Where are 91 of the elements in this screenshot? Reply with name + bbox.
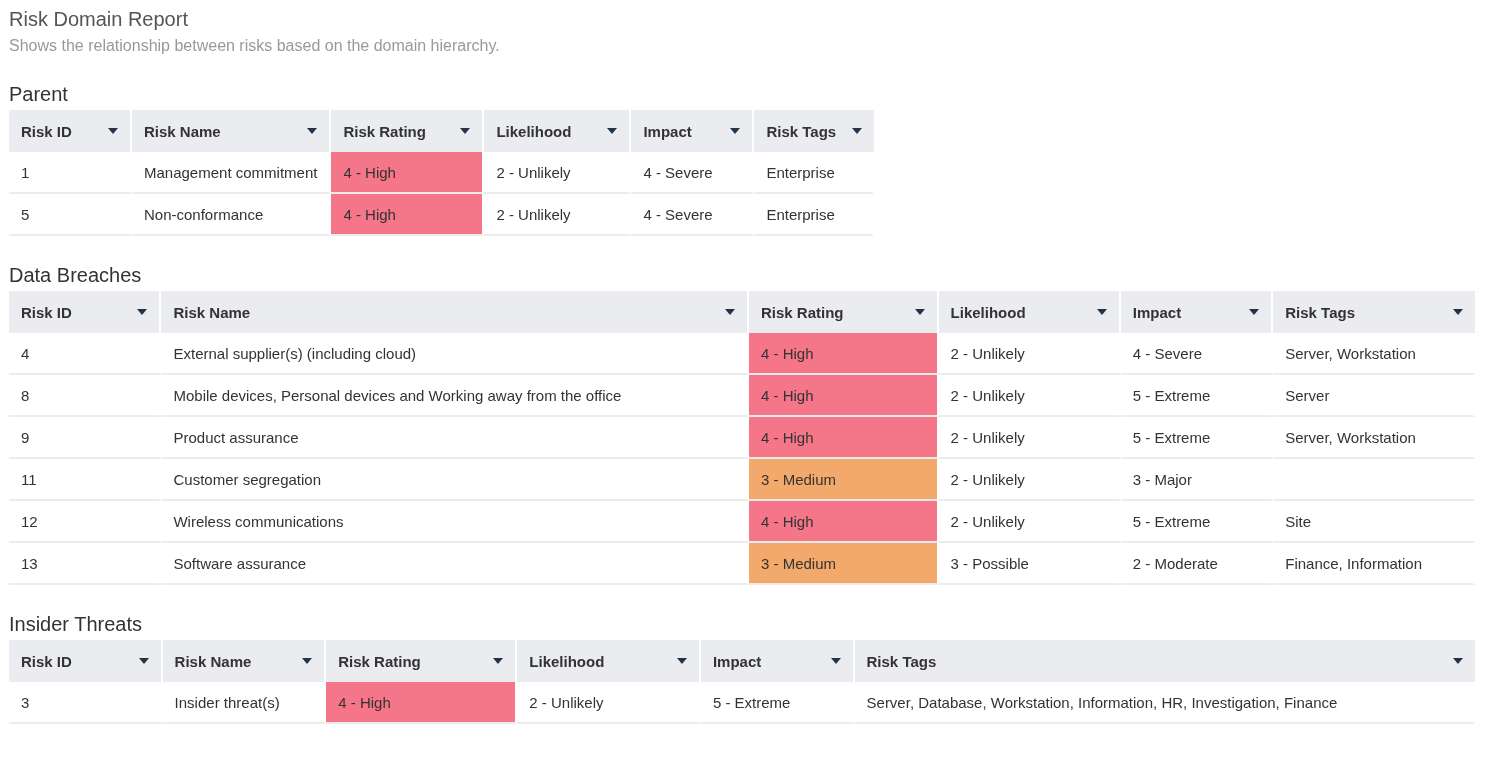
table-cell: 13 xyxy=(9,543,162,585)
column-header[interactable]: Likelihood xyxy=(517,640,701,682)
table-cell: 3 - Possible xyxy=(938,543,1121,585)
table-cell: 5 xyxy=(9,194,132,236)
rating-cell: 4 - High xyxy=(748,501,939,543)
column-header[interactable]: Impact xyxy=(1120,291,1274,333)
rating-cell: 3 - Medium xyxy=(748,459,939,501)
table-cell: 2 - Moderate xyxy=(1120,543,1274,585)
column-header[interactable]: Risk Tags xyxy=(754,110,875,152)
table-cell: 2 - Unlikely xyxy=(517,682,701,724)
table-cell: 2 - Unlikely xyxy=(484,194,632,236)
table-cell: External supplier(s) (including cloud) xyxy=(161,333,749,375)
caret-icon xyxy=(607,128,618,134)
rating-cell: 4 - High xyxy=(748,333,939,375)
table-cell: Server, Database, Workstation, Information, HR, Investigation, Finance xyxy=(854,682,1475,724)
column-header[interactable]: Risk Rating xyxy=(326,640,518,682)
table-cell: Server, Workstation xyxy=(1273,333,1475,375)
table-cell: Server xyxy=(1273,375,1475,417)
report-title: Risk Domain Report xyxy=(9,8,189,31)
table-cell: 9 xyxy=(9,417,162,459)
table-cell: 2 - Unlikely xyxy=(938,501,1121,543)
caret-icon xyxy=(460,128,471,134)
rating-cell: 4 - High xyxy=(326,682,518,724)
table-cell: 2 - Unlikely xyxy=(938,333,1121,375)
rating-cell: 4 - High xyxy=(331,152,485,194)
table-cell: 2 - Unlikely xyxy=(484,152,632,194)
table-cell: 4 xyxy=(9,333,162,375)
table-cell: 11 xyxy=(9,459,162,501)
column-header[interactable]: Likelihood xyxy=(484,110,632,152)
table-cell: 3 xyxy=(9,682,163,724)
column-header[interactable]: Risk Name xyxy=(132,110,332,152)
caret-icon xyxy=(1249,309,1260,315)
table-cell: 4 - Severe xyxy=(631,194,755,236)
caret-icon xyxy=(676,658,687,664)
caret-icon xyxy=(137,309,148,315)
table-cell: 2 - Unlikely xyxy=(938,375,1121,417)
section-title: Data Breaches xyxy=(9,264,143,287)
rating-cell: 4 - High xyxy=(748,417,939,459)
column-header[interactable]: Impact xyxy=(631,110,755,152)
table-cell: Site xyxy=(1273,501,1475,543)
table-cell: Product assurance xyxy=(161,417,749,459)
table-cell: 12 xyxy=(9,501,162,543)
caret-icon xyxy=(108,128,118,134)
caret-icon xyxy=(138,658,149,664)
caret-icon xyxy=(307,128,318,134)
caret-icon xyxy=(1096,309,1107,315)
table-cell: 1 xyxy=(9,152,132,194)
table-cell: 3 - Major xyxy=(1120,459,1274,501)
column-header[interactable]: Risk Rating xyxy=(331,110,485,152)
table-cell: Enterprise xyxy=(754,152,875,194)
rating-cell: 3 - Medium xyxy=(748,543,939,585)
table-cell: 2 - Unlikely xyxy=(938,417,1121,459)
column-header[interactable]: Risk Tags xyxy=(1273,291,1475,333)
column-header[interactable]: Risk Name xyxy=(162,640,327,682)
column-header[interactable]: Risk ID xyxy=(9,640,163,682)
table-cell: 5 - Extreme xyxy=(1120,375,1274,417)
column-header[interactable]: Risk Rating xyxy=(748,291,939,333)
report-subtitle: Shows the relationship between risks based on the domain hierarchy. xyxy=(9,37,501,55)
table-cell: Wireless communications xyxy=(161,501,749,543)
table-cell: Enterprise xyxy=(754,194,875,236)
table-cell: 5 - Extreme xyxy=(1120,501,1274,543)
caret-icon xyxy=(730,128,741,134)
column-header[interactable]: Risk ID xyxy=(9,291,162,333)
table-cell: 2 - Unlikely xyxy=(938,459,1121,501)
rating-cell: 4 - High xyxy=(748,375,939,417)
section-title: Insider Threats xyxy=(9,613,144,636)
table-cell: Mobile devices, Personal devices and Working away from the office xyxy=(161,375,749,417)
table-cell: 4 - Severe xyxy=(631,152,755,194)
caret-icon xyxy=(1453,658,1463,664)
column-header[interactable]: Impact xyxy=(700,640,855,682)
table-cell: 5 - Extreme xyxy=(1120,417,1274,459)
caret-icon xyxy=(493,658,504,664)
table-cell: Customer segregation xyxy=(161,459,749,501)
column-header[interactable]: Risk Tags xyxy=(854,640,1475,682)
rating-cell: 4 - High xyxy=(331,194,485,236)
table-cell: Software assurance xyxy=(161,543,749,585)
column-header[interactable]: Risk ID xyxy=(9,110,132,152)
table-cell: Server, Workstation xyxy=(1273,417,1475,459)
section-title: Parent xyxy=(9,83,69,106)
caret-icon xyxy=(1453,309,1463,315)
table-cell: 5 - Extreme xyxy=(700,682,855,724)
caret-icon xyxy=(852,128,863,134)
caret-icon xyxy=(302,658,313,664)
caret-icon xyxy=(914,309,925,315)
table-cell: 4 - Severe xyxy=(1120,333,1274,375)
table-cell: 8 xyxy=(9,375,162,417)
caret-icon xyxy=(830,658,841,664)
column-header[interactable]: Risk Name xyxy=(161,291,749,333)
caret-icon xyxy=(724,309,735,315)
table-cell: Finance, Information xyxy=(1273,543,1475,585)
column-header[interactable]: Likelihood xyxy=(938,291,1121,333)
